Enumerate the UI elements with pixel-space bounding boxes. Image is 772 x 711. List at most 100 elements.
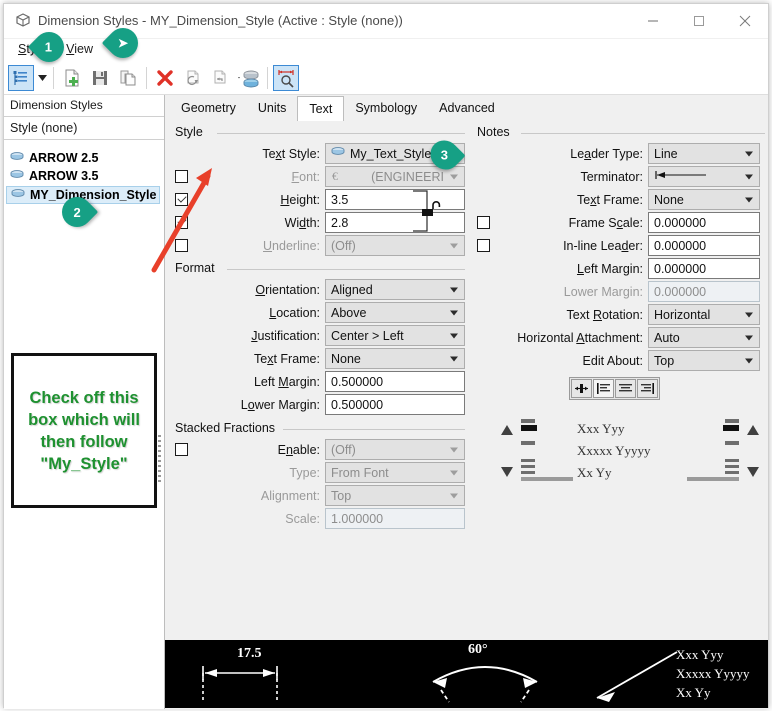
stacked-enable-checkbox[interactable] [175,443,188,456]
inline-leader-input[interactable]: 0.000000 [648,235,760,256]
stacked-alignment-combo[interactable]: Top [325,485,465,506]
open-padlock-icon [422,201,441,216]
chevron-down-icon [450,447,458,452]
orientation-combo[interactable]: Aligned [325,279,465,300]
chevron-down-icon [450,174,458,179]
justification-row: Justification: Center > Left [175,325,467,346]
justification-combo[interactable]: Center > Left [325,325,465,346]
orientation-value: Aligned [331,282,373,297]
inline-leader-checkbox[interactable] [477,239,490,252]
format-text-frame-value: None [331,351,361,366]
location-combo[interactable]: Above [325,302,465,323]
tab-units[interactable]: Units [246,96,298,121]
import-styles-button[interactable] [236,65,262,91]
menu-item-view[interactable]: View [66,39,102,59]
chevron-down-icon [745,358,753,363]
tab-advanced[interactable]: Advanced [428,96,506,121]
styles-sidebar: Dimension Styles Style (none) ARROW 2.5 [4,95,165,709]
notes-group-title: Notes [477,125,516,139]
chevron-down-icon [450,243,458,248]
tab-symbology[interactable]: Symbology [344,96,429,121]
list-item-label: ARROW 2.5 [29,151,99,165]
apply-style-button[interactable] [208,65,234,91]
height-value: 3.5 [331,192,349,207]
height-width-link[interactable] [413,187,449,235]
notes-text-frame-combo[interactable]: None [648,189,760,210]
text-rotation-combo[interactable]: Horizontal [648,304,760,325]
list-item[interactable]: ARROW 3.5 [4,168,164,184]
frame-scale-checkbox[interactable] [477,216,490,229]
format-lower-margin-label: Lower Margin: [240,397,320,412]
save-style-button[interactable] [87,65,113,91]
text-rotation-row: Text Rotation: Horizontal [477,304,767,325]
text-style-label: Text Style: [262,146,320,161]
new-style-button[interactable] [59,65,85,91]
maximize-button[interactable] [676,4,722,38]
chevron-down-icon [745,197,753,202]
format-left-margin-input[interactable]: 0.500000 [325,371,465,392]
align-center-button[interactable] [615,379,636,398]
stacked-type-label: Type: [289,465,320,480]
horizontal-attachment-combo[interactable]: Auto [648,327,760,348]
copy-style-button[interactable] [115,65,141,91]
edit-about-value: Top [654,353,675,368]
stacked-alignment-row: Alignment: Top [175,485,467,506]
toolbar-separator-3 [267,66,268,89]
annotation-text: Check off this box which will then follo… [28,388,140,473]
format-text-frame-combo[interactable]: None [325,348,465,369]
update-style-button[interactable] [180,65,206,91]
note-preview-bar-line-3: Xx Yy [676,685,711,700]
leader-type-combo[interactable]: Line [648,143,760,164]
stacked-scale-input[interactable]: 1.000000 [325,508,465,529]
frame-scale-label: Frame Scale: [568,215,643,230]
notes-left-margin-row: Left Margin: 0.000000 [477,258,767,279]
stacked-scale-row: Scale: 1.000000 [175,508,467,529]
scrollbar-grip[interactable] [158,435,161,507]
tab-text[interactable]: Text [297,96,345,122]
toolbar-separator-2 [146,66,147,89]
align-right-button[interactable] [637,379,658,398]
tab-strip: Geometry Units Text Symbology Advanced [165,95,768,122]
measure-preview-button[interactable] [273,64,299,91]
format-lower-margin-input[interactable]: 0.500000 [325,394,465,415]
format-lower-margin-row: Lower Margin: 0.500000 [175,394,467,415]
note-alignment-toolbar [569,377,660,400]
underline-combo[interactable]: (Off) [325,235,465,256]
stacked-enable-label: Enable: [277,442,320,457]
tab-geometry[interactable]: Geometry [170,96,247,121]
style-icon [10,169,24,184]
frame-scale-value: 0.000000 [654,215,707,230]
chevron-down-icon [745,312,753,317]
settings-panel: Geometry Units Text Symbology Advanced S… [165,95,768,709]
format-left-margin-row: Left Margin: 0.500000 [175,371,467,392]
list-item[interactable]: ARROW 2.5 [4,150,164,166]
leader-type-label: Leader Type: [570,146,643,161]
align-left-button[interactable] [593,379,614,398]
sidebar-active-style: Style (none) [4,117,164,140]
style-list-button[interactable] [8,64,34,91]
edit-about-combo[interactable]: Top [648,350,760,371]
list-item-label: ARROW 3.5 [29,169,99,183]
style-list-dropdown[interactable] [35,65,49,91]
notes-left-margin-label: Left Margin: [576,261,643,276]
style-icon [10,151,24,166]
delete-style-button[interactable] [152,65,178,91]
notes-left-margin-input[interactable]: 0.000000 [648,258,760,279]
notes-lower-margin-input[interactable]: 0.000000 [648,281,760,302]
frame-scale-input[interactable]: 0.000000 [648,212,760,233]
stacked-enable-combo[interactable]: (Off) [325,439,465,460]
stacked-type-row: Type: From Font [175,462,467,483]
arrow-terminator-icon [654,169,716,184]
attachment-auto-button[interactable] [571,379,592,398]
chevron-down-icon [450,470,458,475]
note-attachment-preview: Xxx Yyy Xxxxx Yyyyy Xx Yy [495,411,765,491]
red-pointer-arrow [150,164,220,274]
stacked-type-combo[interactable]: From Font [325,462,465,483]
location-value: Above [331,305,367,320]
content-area: Dimension Styles Style (none) ARROW 2.5 [4,95,768,709]
terminator-combo[interactable] [648,166,760,187]
text-style-row: Text Style: My_Text_Style [175,143,467,164]
minimize-button[interactable] [630,4,676,38]
style-list: ARROW 2.5 ARROW 3.5 MY_Dimension_Style [4,140,164,204]
close-button[interactable] [722,4,768,38]
